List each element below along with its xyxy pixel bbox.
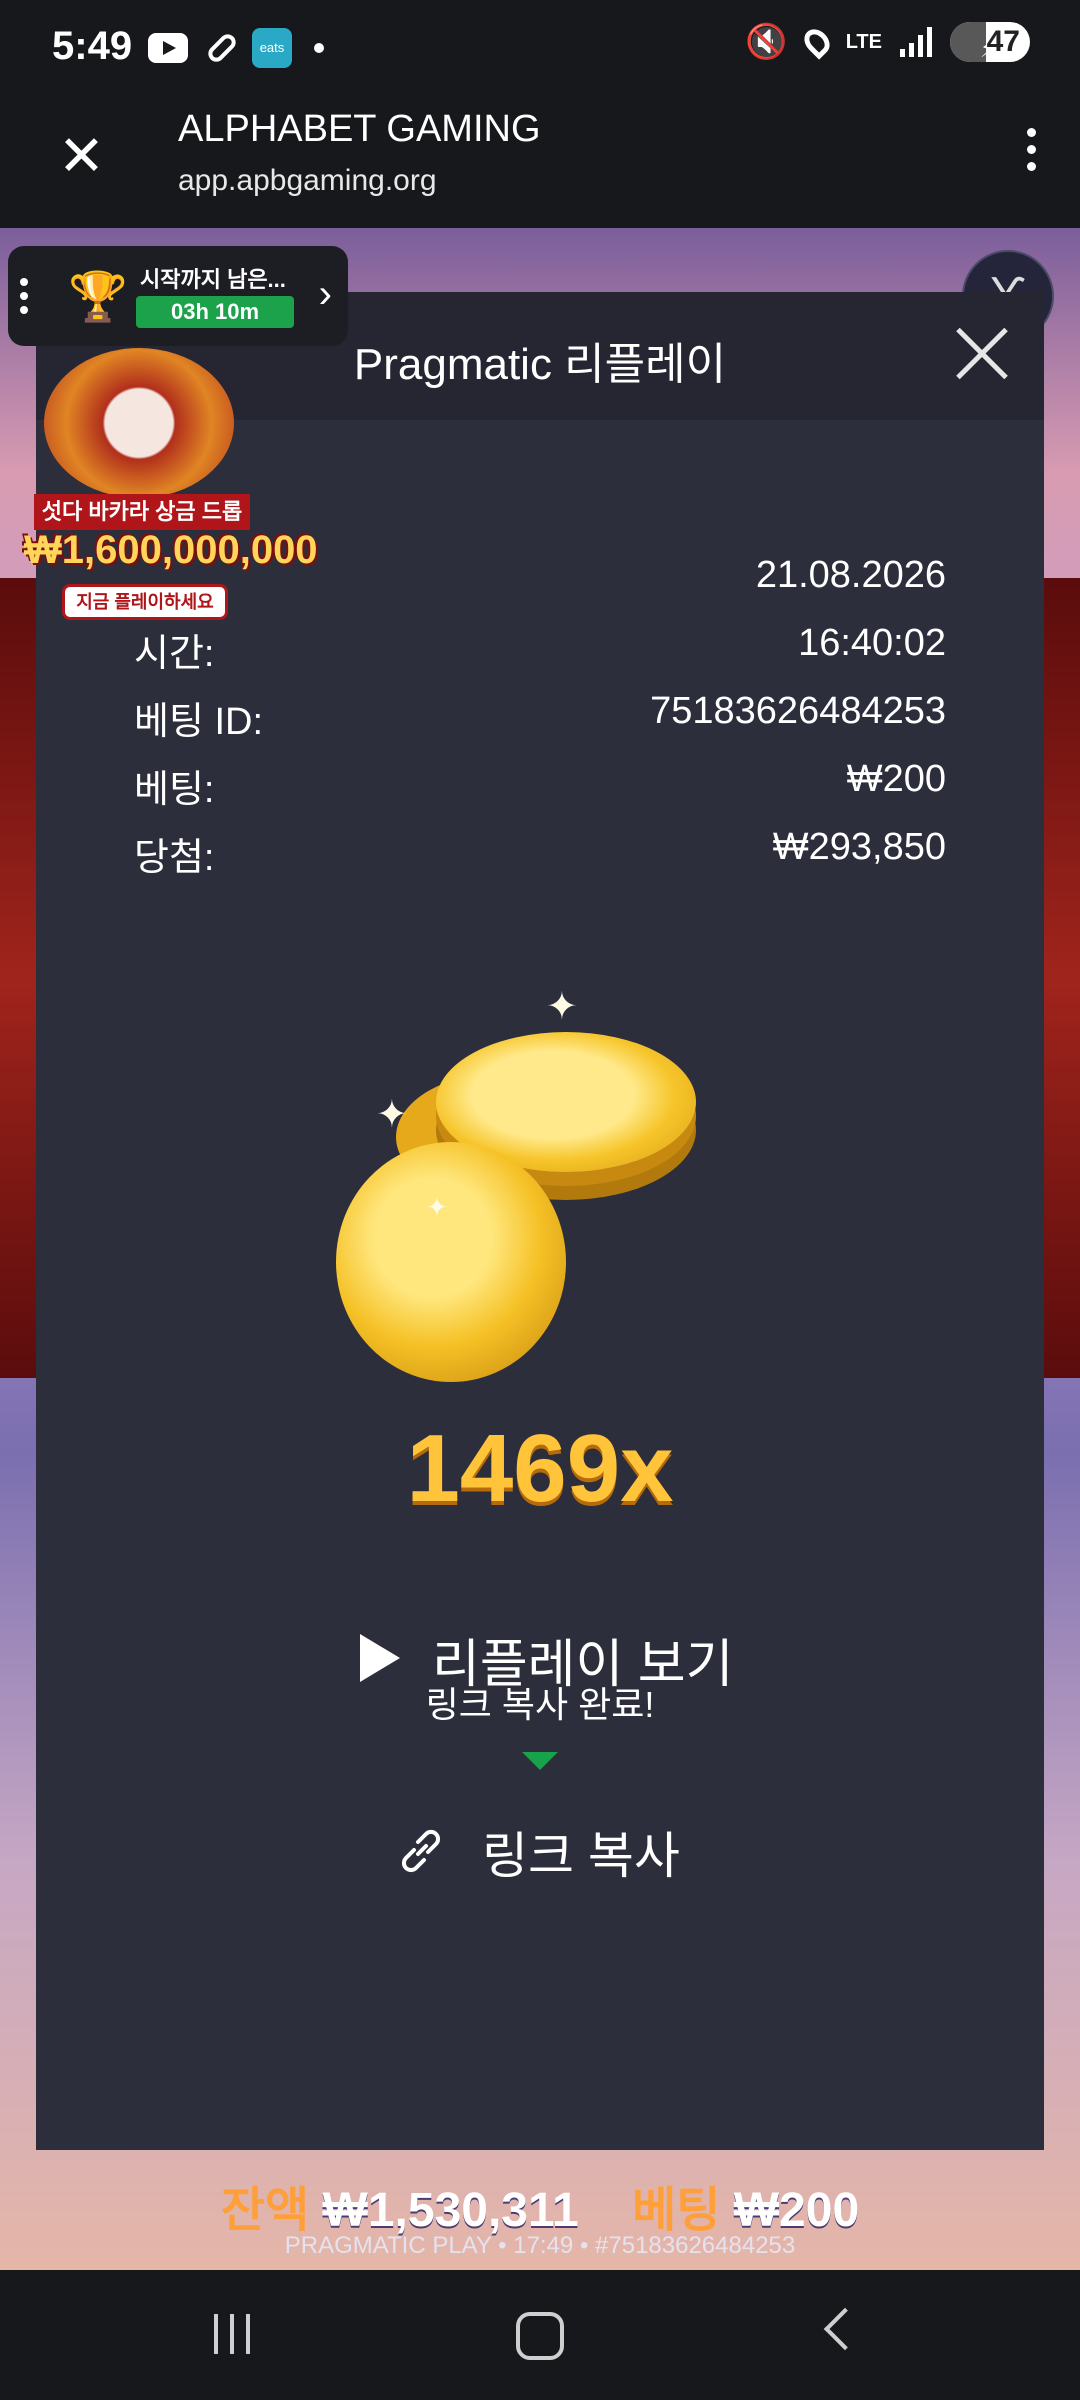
balance-value: ₩1,530,311 — [322, 2184, 579, 2237]
info-key: 베팅: — [134, 769, 215, 811]
lte-icon: LTE — [845, 31, 882, 53]
info-row-win: 당첨: ₩293,850 — [134, 826, 946, 886]
drag-handle-icon[interactable] — [20, 278, 28, 314]
tournament-widget[interactable]: 🏆 시작까지 남은... 03h 10m › — [8, 246, 348, 346]
tournament-timer: 03h 10m — [136, 296, 294, 328]
page-title: ALPHABET GAMING — [178, 108, 541, 150]
info-value: 16:40:02 — [798, 622, 946, 664]
info-key: 당첨: — [134, 837, 215, 879]
pill-icon — [202, 30, 238, 66]
coin-icon — [336, 1142, 566, 1382]
info-value: 75183626484253 — [650, 690, 946, 732]
promo-amount: ₩1,600,000,000 — [24, 528, 318, 572]
toast-pointer — [522, 1752, 558, 1770]
play-icon — [360, 1634, 400, 1682]
status-time: 5:49 — [52, 24, 133, 68]
mute-icon: 🔇 — [745, 23, 788, 61]
sparkle-icon: ✦ — [376, 1094, 408, 1136]
chevron-right-icon[interactable]: › — [319, 272, 332, 317]
recent-apps-icon[interactable] — [214, 2314, 250, 2354]
dialog-close-icon[interactable] — [944, 316, 1020, 392]
copy-link-label: 링크 복사 — [482, 1828, 680, 1884]
link-icon — [401, 1829, 441, 1873]
info-value: ₩200 — [846, 758, 946, 800]
page-url[interactable]: app.apbgaming.org — [178, 164, 437, 198]
info-value: 21.08.2026 — [755, 554, 946, 596]
youtube-icon — [148, 33, 188, 63]
copy-toast: 링크 복사 완료! — [425, 1684, 655, 1725]
promo-play-button[interactable]: 지금 플레이하세요 — [62, 584, 228, 620]
right-pillar-decoration — [1040, 578, 1080, 1378]
balance-line: 잔액 ₩1,530,311 베팅 ₩200 — [0, 2170, 1080, 2240]
notification-icons: eats — [148, 28, 324, 68]
close-icon[interactable]: ✕ — [58, 128, 110, 184]
info-value: ₩293,850 — [772, 826, 946, 868]
sparkle-icon: ✦ — [546, 986, 578, 1028]
back-icon[interactable] — [823, 2307, 867, 2351]
copy-link-button[interactable]: 링크 복사 — [396, 1812, 736, 1884]
home-icon[interactable] — [516, 2312, 564, 2360]
promo-banner[interactable]: 섯다 바카라 상금 드롭 ₩1,600,000,000 지금 플레이하세요 — [24, 348, 318, 648]
provider-info: PRAGMATIC PLAY • 17:49 • #75183626484253 — [284, 2232, 796, 2259]
balance-bar: 잔액 ₩1,530,311 베팅 ₩200 PRAGMATIC PLAY • 1… — [0, 2170, 1080, 2270]
status-bar: 5:49 eats 🔇 LTE ⚡47 — [0, 0, 1080, 100]
battery-icon: ⚡47 — [950, 22, 1030, 63]
promo-title: 섯다 바카라 상금 드롭 — [34, 494, 250, 530]
gold-coins-illustration: ✦ ✦ ✦ — [336, 986, 776, 1432]
tournament-label: 시작까지 남은... — [140, 267, 286, 292]
battery-level: 47 — [986, 25, 1020, 58]
game-area: Pragmatic 리플레이 21.08.2026 시간: 16:40:02 베… — [0, 228, 1080, 2270]
location-icon — [799, 24, 835, 60]
system-icons: 🔇 LTE ⚡47 — [745, 22, 1030, 63]
system-navigation-bar — [0, 2270, 1080, 2400]
eats-icon: eats — [252, 28, 292, 68]
win-multiplier: 1469x — [406, 1415, 674, 1522]
more-notifications-dot-icon — [314, 43, 324, 53]
info-row-bet: 베팅: ₩200 — [134, 758, 946, 818]
sparkle-icon: ✦ — [426, 1192, 448, 1222]
info-row-bet-id: 베팅 ID: 75183626484253 — [134, 690, 946, 750]
left-pillar-decoration — [0, 578, 40, 1378]
trophy-icon: 🏆 — [68, 271, 128, 324]
more-options-icon[interactable] — [1027, 128, 1036, 171]
bet-value: ₩200 — [733, 2184, 860, 2237]
signal-icon — [900, 27, 932, 57]
browser-toolbar: ✕ ALPHABET GAMING app.apbgaming.org — [0, 100, 1080, 230]
dealer-avatar — [44, 348, 234, 498]
bet-label: 베팅 — [632, 2184, 721, 2237]
balance-label: 잔액 — [220, 2184, 310, 2237]
info-key: 베팅 ID: — [134, 701, 264, 743]
